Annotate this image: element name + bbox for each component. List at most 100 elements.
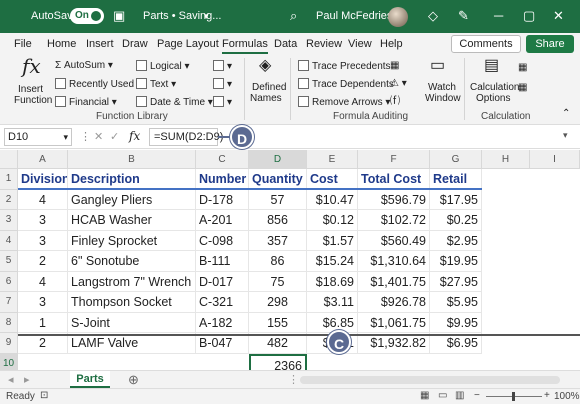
text-button[interactable]: Text ▾ [136, 78, 176, 91]
table-cell[interactable]: 1 [18, 312, 68, 333]
table-cell[interactable]: 856 [249, 210, 307, 231]
autosum-button[interactable]: Σ AutoSum ▾ [55, 60, 113, 72]
table-cell[interactable]: HCAB Washer [68, 210, 196, 231]
tab-data[interactable]: Data [274, 38, 297, 50]
trace-dependents-button[interactable]: Trace Dependents [298, 78, 394, 91]
row-header-1[interactable]: 1 [0, 169, 18, 190]
table-cell[interactable]: C-098 [196, 230, 249, 251]
column-header-c[interactable]: C [196, 150, 249, 169]
table-cell[interactable]: $560.49 [358, 230, 430, 251]
table-cell[interactable]: Finley Sprocket [68, 230, 196, 251]
table-cell[interactable]: Langstrom 7" Wrench [68, 271, 196, 292]
table-cell[interactable]: LAMF Valve [68, 333, 196, 354]
table-cell[interactable]: 75 [249, 271, 307, 292]
table-cell[interactable]: 6" Sonotube [68, 251, 196, 272]
header-cell[interactable]: Quantity [249, 169, 307, 190]
insert-function-label-2[interactable]: Function [14, 95, 52, 107]
column-header-e[interactable]: E [307, 150, 358, 169]
column-header-i[interactable]: I [530, 150, 580, 169]
table-cell[interactable]: $27.95 [430, 271, 482, 292]
tab-file[interactable]: File [14, 38, 32, 50]
name-box[interactable]: D10 ▾ [4, 128, 72, 146]
tab-draw[interactable]: Draw [122, 38, 148, 50]
sheet-prev-icon[interactable]: ◂ [8, 373, 14, 386]
table-cell[interactable]: 2 [18, 251, 68, 272]
tab-view[interactable]: View [348, 38, 372, 50]
table-cell[interactable]: $1,932.82 [358, 333, 430, 354]
table-cell[interactable]: 357 [249, 230, 307, 251]
ribbon-collapse-icon[interactable]: ⌃ [562, 108, 570, 120]
user-name[interactable]: Paul McFedries [316, 10, 392, 22]
table-cell[interactable]: 155 [249, 312, 307, 333]
header-cell[interactable]: Description [68, 169, 196, 190]
table-cell[interactable]: $3.11 [307, 292, 358, 313]
cancel-icon[interactable]: ✕ [94, 130, 103, 143]
table-cell[interactable]: $10.47 [307, 189, 358, 210]
column-header-h[interactable]: H [482, 150, 530, 169]
trace-precedents-button[interactable]: Trace Precedents [298, 60, 391, 73]
financial-button[interactable]: Financial ▾ [55, 96, 117, 109]
math-trig-button[interactable]: ▾ [213, 78, 232, 91]
recently-used-button[interactable]: Recently Used ▾ [55, 78, 142, 91]
table-cell[interactable]: $1,310.64 [358, 251, 430, 272]
horizontal-scrollbar[interactable] [300, 376, 560, 384]
zoom-in-icon[interactable]: + [544, 390, 550, 401]
table-cell[interactable]: $9.95 [430, 312, 482, 333]
table-cell[interactable]: $6.95 [430, 333, 482, 354]
select-all-corner[interactable] [0, 150, 18, 169]
calculate-sheet-icon[interactable]: ▦ [518, 82, 527, 94]
more-functions-button[interactable]: ▾ [213, 96, 232, 109]
formula-input[interactable]: =SUM(D2:D9) [149, 128, 223, 146]
document-title[interactable]: Parts • Saving... [143, 10, 221, 22]
table-cell[interactable]: $0.12 [307, 210, 358, 231]
table-cell[interactable]: $926.78 [358, 292, 430, 313]
add-sheet-icon[interactable]: ⊕ [128, 372, 139, 388]
table-cell[interactable]: B-111 [196, 251, 249, 272]
table-cell[interactable]: $1,401.75 [358, 271, 430, 292]
show-formulas-icon[interactable]: ▦ [390, 60, 399, 72]
table-cell[interactable]: 2 [18, 333, 68, 354]
table-cell[interactable]: D-178 [196, 189, 249, 210]
avatar[interactable] [388, 7, 408, 27]
diamond-icon[interactable]: ◇ [428, 8, 438, 24]
table-cell[interactable]: 298 [249, 292, 307, 313]
table-cell[interactable]: $19.95 [430, 251, 482, 272]
minimize-icon[interactable]: ─ [494, 8, 503, 24]
table-cell[interactable]: $0.25 [430, 210, 482, 231]
tab-help[interactable]: Help [380, 38, 403, 50]
insert-function-bar-icon[interactable]: fx [129, 129, 140, 143]
tab-review[interactable]: Review [306, 38, 342, 50]
error-checking-icon[interactable]: ⚠ ▾ [390, 78, 407, 90]
defined-names-icon[interactable]: ◈ [259, 58, 271, 74]
row-header-8[interactable]: 8 [0, 312, 18, 333]
table-cell[interactable]: $2.95 [430, 230, 482, 251]
row-header-3[interactable]: 3 [0, 210, 18, 231]
comments-button[interactable]: Comments [451, 35, 521, 53]
row-header-2[interactable]: 2 [0, 189, 18, 210]
zoom-slider-thumb[interactable] [512, 392, 515, 401]
table-cell[interactable]: $102.72 [358, 210, 430, 231]
column-header-d[interactable]: D [249, 150, 307, 169]
table-cell[interactable]: 3 [18, 210, 68, 231]
table-cell[interactable]: 3 [18, 230, 68, 251]
table-cell[interactable]: $1.57 [307, 230, 358, 251]
table-cell[interactable]: 3 [18, 292, 68, 313]
lookup-button[interactable]: ▾ [213, 60, 232, 73]
expand-formula-icon[interactable]: ▾ [563, 130, 568, 141]
calculator-icon[interactable]: ▤ [484, 58, 499, 74]
table-cell[interactable]: A-201 [196, 210, 249, 231]
table-cell[interactable]: $1,061.75 [358, 312, 430, 333]
pen-icon[interactable]: ✎ [458, 8, 469, 24]
date-time-button[interactable]: Date & Time ▾ [136, 96, 213, 109]
zoom-out-icon[interactable]: − [474, 390, 480, 401]
autosave-toggle[interactable]: On [70, 8, 104, 24]
chevron-down-icon[interactable]: ▾ [204, 8, 209, 24]
row-header-7[interactable]: 7 [0, 292, 18, 313]
table-cell[interactable]: C-321 [196, 292, 249, 313]
tab-insert[interactable]: Insert [86, 38, 114, 50]
watch-window-label-2[interactable]: Window [425, 93, 461, 105]
header-cell[interactable]: Division [18, 169, 68, 190]
logical-button[interactable]: Logical ▾ [136, 60, 190, 73]
more-sheets-icon[interactable]: ⋮ [288, 373, 299, 386]
page-layout-view-icon[interactable]: ▭ [438, 390, 447, 401]
